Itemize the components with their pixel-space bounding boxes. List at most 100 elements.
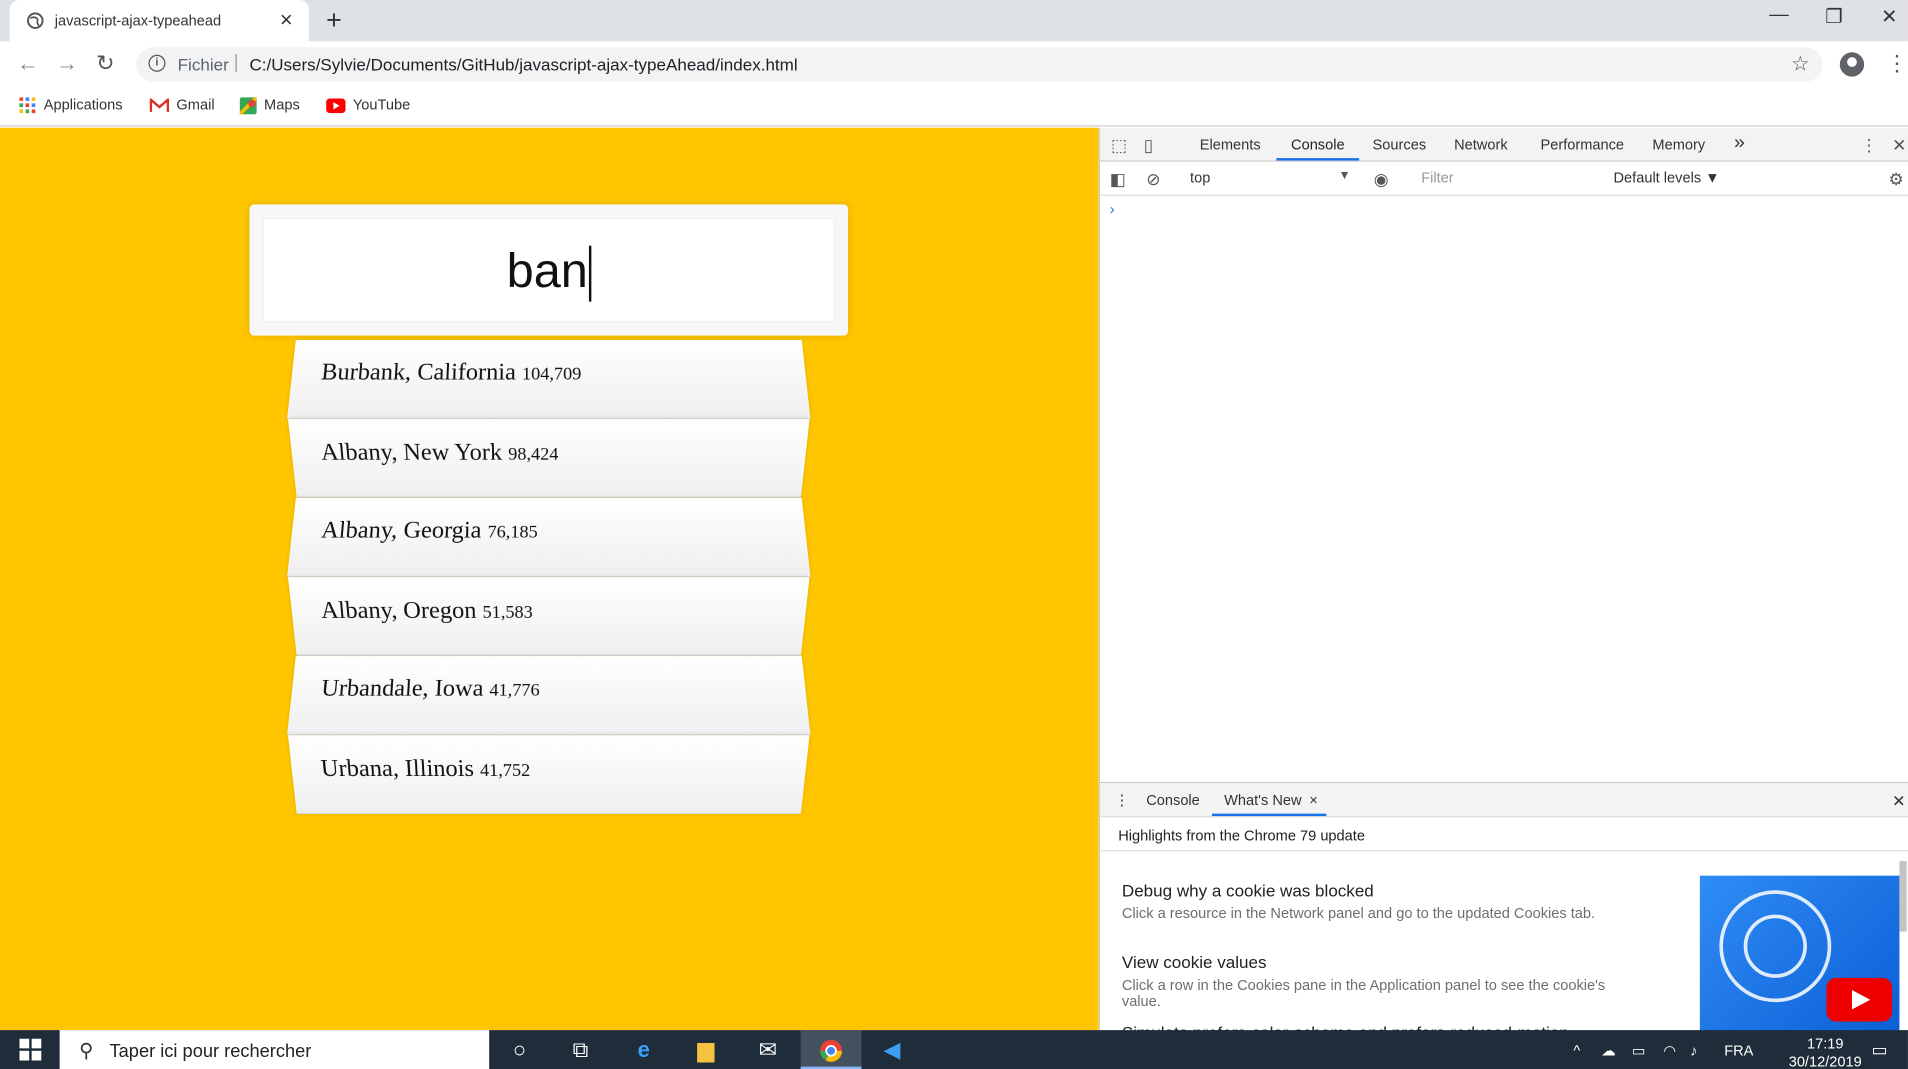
browser-menu-icon[interactable]: ⋮ [1886,51,1908,77]
language-indicator[interactable]: FRA [1724,1042,1753,1059]
taskbar-search-placeholder: Taper ici pour rechercher [110,1041,312,1062]
tab-title: javascript-ajax-typeahead [55,12,221,29]
back-arrow-icon[interactable]: ← [17,51,39,77]
whats-new-item-title[interactable]: Debug why a cookie was blocked [1122,881,1374,900]
console-toolbar: ◧ ⊘ top ▼ ◉ Filter Default levels ▼ ⚙ [1100,162,1908,196]
taskbar-search[interactable]: ⚲ Taper ici pour rechercher [60,1030,490,1069]
suggestion-item[interactable]: Burbank, California 104,709 [287,340,810,419]
console-settings-gear-icon[interactable]: ⚙ [1888,169,1903,190]
tab-performance[interactable]: Performance [1540,136,1624,153]
tab-sources[interactable]: Sources [1373,136,1427,153]
globe-icon [27,12,44,29]
task-view-icon[interactable]: ⧉ [550,1030,611,1069]
drawer-menu-icon[interactable]: ⋮ [1115,792,1130,809]
battery-icon[interactable]: ▭ [1632,1042,1646,1059]
chevron-down-icon[interactable]: ▼ [1338,169,1350,182]
minimize-icon[interactable]: — [1769,5,1788,27]
suggestion-item[interactable]: Urbandale, Iowa 41,776 [287,656,810,735]
restore-icon[interactable]: ❐ [1825,5,1842,29]
suggestion-place: Albany, Georgia [320,517,482,544]
tab-memory[interactable]: Memory [1652,136,1705,153]
reload-icon[interactable]: ↻ [96,51,114,77]
youtube-play-icon[interactable] [1826,978,1892,1022]
log-levels-dropdown[interactable]: Default levels ▼ [1613,169,1719,186]
device-toolbar-icon[interactable]: ▯ [1144,135,1153,156]
bookmark-gmail[interactable]: Gmail [150,96,215,113]
drawer-tab-console[interactable]: Console [1146,792,1200,809]
notifications-icon[interactable]: ▭ [1871,1040,1887,1061]
clock[interactable]: 17:19 30/12/2019 [1789,1035,1862,1069]
bookmark-applications[interactable]: Applications [19,96,122,114]
new-tab-button[interactable]: + [326,5,342,37]
whats-new-video-thumbnail[interactable] [1700,876,1900,1032]
whats-new-item-desc: Click a resource in the Network panel an… [1122,906,1633,922]
suggestion-population: 98,424 [508,445,558,464]
windows-taskbar: ⚲ Taper ici pour rechercher ○ ⧉ e ▆ ✉ ◀ … [0,1030,1908,1069]
forward-arrow-icon[interactable]: → [56,51,78,77]
suggestion-population: 104,709 [522,365,582,384]
wifi-icon[interactable]: ◠ [1663,1042,1676,1059]
bookmark-star-icon[interactable]: ☆ [1791,52,1810,76]
search-icon: ⚲ [79,1039,93,1063]
screen: javascript-ajax-typeahead × + — ❐ ✕ ← → … [0,0,1908,1069]
context-selector[interactable]: top [1190,169,1210,186]
address-bar[interactable]: i Fichier | C:/Users/Sylvie/Documents/Gi… [136,47,1822,81]
suggestion-population: 51,583 [482,603,533,622]
chrome-icon[interactable] [801,1030,862,1069]
suggestion-population: 41,776 [489,681,539,700]
cortana-icon[interactable]: ○ [489,1030,550,1069]
tab-elements[interactable]: Elements [1200,136,1261,153]
tray-expand-icon[interactable]: ^ [1573,1042,1580,1059]
search-input-value: ban [507,244,588,298]
suggestion-item[interactable]: Albany, Georgia 76,185 [287,498,810,577]
whats-new-heading: Highlights from the Chrome 79 update [1118,827,1365,844]
clear-console-icon[interactable]: ⊘ [1146,169,1160,190]
url-text[interactable]: C:/Users/Sylvie/Documents/GitHub/javascr… [249,55,797,74]
close-window-icon[interactable]: ✕ [1881,5,1897,29]
info-icon[interactable]: i [148,55,165,72]
suggestion-place: Urbandale, Iowa [320,675,484,702]
suggestion-item[interactable]: Urbana, Illinois 41,752 [288,735,810,814]
tab-console[interactable]: Console [1291,136,1345,153]
drawer-scrollbar[interactable] [1899,861,1906,932]
search-input[interactable]: ban [263,218,835,323]
page-content: ban Burbank, California 104,709 Albany, N… [0,128,1099,1030]
browser-tab[interactable]: javascript-ajax-typeahead × [10,0,309,41]
clock-date: 30/12/2019 [1789,1053,1862,1069]
close-devtools-icon[interactable]: ✕ [1892,135,1906,156]
sidebar-toggle-icon[interactable]: ◧ [1110,169,1126,190]
start-button[interactable] [0,1030,60,1069]
profile-avatar-icon[interactable] [1840,52,1864,76]
file-explorer-icon[interactable]: ▆ [675,1030,736,1069]
search-form: ban [249,204,848,335]
whats-new-item-title[interactable]: View cookie values [1122,952,1267,971]
edge-icon[interactable]: e [613,1030,674,1069]
devtools-menu-icon[interactable]: ⋮ [1860,135,1877,156]
more-tabs-button[interactable]: » [1734,133,1745,155]
volume-icon[interactable]: ♪ [1690,1042,1697,1059]
chrome-logo-ring [1744,915,1807,978]
drawer-tab-bar: ⋮ Console What's New × ✕ [1100,783,1908,817]
bookmark-youtube[interactable]: YouTube [326,96,410,113]
bookmark-label: Applications [44,96,123,113]
apps-grid-icon [19,97,36,114]
suggestion-item[interactable]: Albany, New York 98,424 [288,419,810,498]
live-expression-eye-icon[interactable]: ◉ [1374,169,1389,190]
onedrive-cloud-icon[interactable]: ☁ [1601,1042,1616,1059]
suggestion-item[interactable]: Albany, Oregon 51,583 [288,577,810,656]
close-drawer-tab-icon[interactable]: × [1309,792,1318,809]
drawer-tab-whats-new[interactable]: What's New [1224,792,1301,809]
console-prompt[interactable]: › [1110,201,1115,218]
vscode-icon[interactable]: ◀ [861,1030,922,1069]
close-drawer-icon[interactable]: ✕ [1892,792,1905,811]
inspect-element-icon[interactable]: ⬚ [1111,135,1127,156]
bookmark-label: Maps [264,96,300,113]
divider [1100,850,1908,851]
filter-input[interactable]: Filter [1421,169,1453,186]
bookmark-maps[interactable]: Maps [240,96,300,114]
mail-icon[interactable]: ✉ [737,1030,798,1069]
bookmarks-bar: Applications Gmail Maps YouTube [0,88,1908,127]
suggestion-population: 41,752 [480,761,531,780]
close-tab-icon[interactable]: × [280,7,293,31]
tab-network[interactable]: Network [1454,136,1508,153]
